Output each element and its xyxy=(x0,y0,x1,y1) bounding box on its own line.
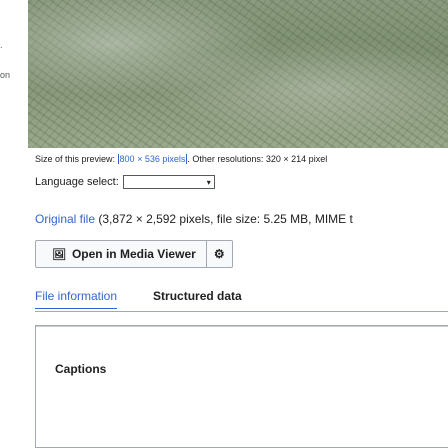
open-in-media-viewer-button[interactable]: 🖼 Open in Media Viewer xyxy=(35,240,207,268)
preview-size-label: Size of this preview: xyxy=(35,154,118,164)
gear-icon: ⚙ xyxy=(213,247,225,261)
original-file-link[interactable]: Original file xyxy=(35,212,95,226)
language-select-dropdown[interactable]: ▾ xyxy=(122,175,215,189)
tab-file-information[interactable]: File information xyxy=(35,289,118,309)
tab-structured-data[interactable]: Structured data xyxy=(153,289,242,309)
captions-heading: Captions xyxy=(55,362,107,376)
media-viewer-settings-button[interactable]: ⚙ xyxy=(206,240,233,268)
open-in-media-viewer-label: Open in Media Viewer xyxy=(71,247,196,261)
sidebar-text-fragment[interactable]: on xyxy=(0,70,10,80)
left-sidebar-strip: on . xyxy=(0,0,20,448)
language-select-row: Language select: ▾ xyxy=(35,175,215,189)
preview-size-line: Size of this preview: 800 × 536 pixels. … xyxy=(35,154,448,164)
original-file-details: (3,872 × 2,592 pixels, file size: 5.25 M… xyxy=(95,212,353,226)
image-preview[interactable] xyxy=(28,0,448,148)
tab-divider xyxy=(35,311,448,312)
image-icon: 🖼 xyxy=(52,248,66,261)
chevron-down-icon: ▾ xyxy=(206,177,211,187)
current-resolution-link[interactable]: 800 × 536 pixels xyxy=(117,154,188,164)
file-tabs: File information Structured data xyxy=(35,289,278,309)
other-resolutions-text[interactable]: . Other resolutions: 320 × 214 pixel xyxy=(187,154,327,164)
media-viewer-button-group: 🖼 Open in Media Viewer ⚙ xyxy=(35,240,233,268)
language-select-label: Language select: xyxy=(35,176,119,188)
structured-data-panel: Captions xyxy=(35,325,448,448)
panel-divider xyxy=(36,326,448,327)
sidebar-text-fragment-dot: . xyxy=(0,40,3,50)
original-file-line: Original file (3,872 × 2,592 pixels, fil… xyxy=(35,212,448,226)
